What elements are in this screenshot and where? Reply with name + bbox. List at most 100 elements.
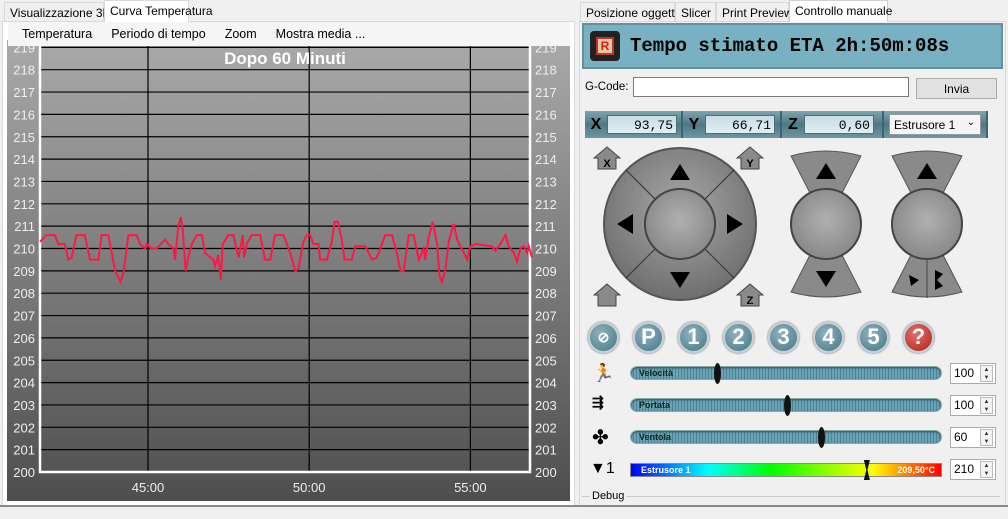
- y-tick-label-left: 211: [14, 219, 35, 234]
- xy-jog-pad[interactable]: [603, 147, 757, 301]
- svg-text:X: X: [603, 158, 611, 170]
- y-tick-label-left: 213: [13, 174, 35, 189]
- y-tick-label-right: 211: [535, 219, 556, 234]
- extruder-target-marker[interactable]: [863, 460, 870, 480]
- spin-arrows-icon[interactable]: ▲ ▼: [980, 461, 993, 478]
- y-tick-label-right: 201: [535, 443, 557, 458]
- park-button[interactable]: P: [633, 322, 664, 353]
- debug-group-label: Debug: [590, 490, 627, 502]
- eta-banner: R Tempo stimato ETA 2h:50m:08s: [582, 23, 1003, 69]
- tab-slicer[interactable]: Slicer: [675, 2, 716, 21]
- menu-periodo-di-tempo[interactable]: Periodo di tempo: [111, 27, 206, 41]
- z-coordinate: Z 0,60: [782, 111, 884, 138]
- extruder-current-temp: 209,50°C: [897, 465, 935, 475]
- speed-spinbox[interactable]: 100 ▲ ▼: [950, 363, 996, 384]
- extruder-temp-label: Estrusore 1: [641, 465, 691, 475]
- tab-posizione-oggetto[interactable]: Posizione oggetto: [580, 2, 681, 21]
- preset-3-button[interactable]: 3: [768, 322, 799, 353]
- fan-spinbox[interactable]: 60 ▲ ▼: [950, 427, 996, 448]
- extruder-select-wrap: Estrusore 1 ⌄: [884, 111, 988, 138]
- x-label: X: [590, 115, 602, 133]
- y-tick-label-right: 203: [535, 398, 557, 413]
- y-tick-label-left: 209: [13, 264, 35, 279]
- fan-icon: ✤: [592, 427, 609, 449]
- y-tick-label-left: 217: [13, 85, 35, 100]
- y-tick-label-left: 215: [13, 130, 35, 145]
- y-tick-label-left: 210: [13, 242, 35, 257]
- y-tick-label-right: 216: [535, 107, 557, 122]
- speed-slider[interactable]: Velocità: [630, 363, 942, 384]
- y-tick-label-left: 212: [13, 197, 35, 212]
- home-z-button[interactable]: Z: [735, 283, 765, 307]
- svg-text:Y: Y: [746, 158, 754, 170]
- y-tick-label-right: 212: [535, 197, 557, 212]
- home-all-button[interactable]: [592, 283, 622, 307]
- y-tick-label-left: 202: [13, 420, 35, 435]
- y-tick-label-left: 204: [13, 376, 35, 391]
- y-tick-label-right: 200: [535, 465, 557, 480]
- x-tick-label: 50:00: [293, 480, 326, 495]
- home-x-button[interactable]: X: [592, 146, 622, 170]
- flow-slider[interactable]: Portata: [630, 395, 942, 416]
- spin-arrows-icon[interactable]: ▲ ▼: [980, 365, 993, 382]
- z-value: 0,60: [804, 115, 874, 134]
- home-y-button[interactable]: Y: [735, 146, 765, 170]
- motor-off-icon: ⊘: [597, 329, 610, 345]
- status-area: [0, 505, 1008, 519]
- y-tick-label-right: 207: [535, 309, 557, 324]
- y-tick-label-left: 200: [13, 465, 35, 480]
- menu-temperatura[interactable]: Temperatura: [22, 27, 92, 41]
- y-tick-label-right: 215: [535, 130, 557, 145]
- y-tick-label-right: 209: [535, 264, 557, 279]
- menu-mostra-media[interactable]: Mostra media ...: [276, 27, 366, 41]
- debug-group-border: [582, 496, 1000, 497]
- preset-5-button[interactable]: 5: [858, 322, 889, 353]
- y-tick-label-right: 210: [535, 242, 557, 257]
- gcode-input[interactable]: [633, 77, 909, 97]
- chart-menu-bar: Temperatura Periodo di tempo Zoom Mostra…: [8, 22, 570, 46]
- jog-controls: [603, 147, 963, 301]
- preset-4-button[interactable]: 4: [813, 322, 844, 353]
- tab-controllo-manuale[interactable]: Controllo manuale: [789, 0, 892, 22]
- extruder-jog-control[interactable]: [891, 150, 963, 298]
- spin-arrows-icon[interactable]: ▲ ▼: [980, 429, 993, 446]
- tab-curva-temperatura[interactable]: Curva Temperatura: [104, 0, 213, 22]
- extruder-number: 1: [605, 460, 615, 477]
- y-tick-label-left: 218: [13, 63, 35, 78]
- flow-slider-thumb[interactable]: [784, 395, 791, 416]
- svg-text:Z: Z: [747, 295, 754, 307]
- y-tick-label-left: 203: [13, 398, 35, 413]
- chart-title: Dopo 60 Minuti: [224, 49, 346, 68]
- flow-spinbox[interactable]: 100 ▲ ▼: [950, 395, 996, 416]
- menu-zoom[interactable]: Zoom: [225, 27, 257, 41]
- chevron-down-icon: ⌄: [966, 117, 975, 128]
- tab-visualizzazione-3d[interactable]: Visualizzazione 3D: [4, 2, 111, 21]
- extruder-icon: ▼1: [590, 460, 615, 477]
- flow-icon: ⇶: [592, 394, 604, 410]
- y-tick-label-right: 206: [535, 331, 557, 346]
- y-value: 66,71: [705, 115, 775, 134]
- spin-arrows-icon[interactable]: ▲ ▼: [980, 397, 993, 414]
- preset-1-button[interactable]: 1: [678, 322, 709, 353]
- speed-label: Velocità: [639, 368, 674, 378]
- y-tick-label-left: 216: [13, 107, 35, 122]
- z-jog-control[interactable]: [790, 150, 862, 298]
- extruder-select[interactable]: Estrusore 1 ⌄: [889, 114, 981, 135]
- motors-off-button[interactable]: ⊘: [588, 322, 619, 353]
- send-button[interactable]: Invia: [916, 78, 997, 99]
- y-tick-label-right: 205: [535, 353, 557, 368]
- preset-2-button[interactable]: 2: [723, 322, 754, 353]
- help-button[interactable]: ?: [903, 322, 934, 353]
- y-tick-label-right: 217: [535, 85, 557, 100]
- y-tick-label-left: 207: [13, 309, 35, 324]
- extruder-temp-slider[interactable]: Estrusore 1 209,50°C: [630, 460, 942, 480]
- fan-slider[interactable]: Ventola: [630, 427, 942, 448]
- tab-print-preview[interactable]: Print Preview: [716, 2, 793, 21]
- extruder-temp-spinbox[interactable]: 210 ▲ ▼: [950, 459, 996, 480]
- y-label: Y: [688, 115, 700, 133]
- x-coordinate: X 93,75: [585, 111, 683, 138]
- y-tick-label-right: 204: [535, 376, 557, 391]
- y-tick-label-right: 202: [535, 420, 557, 435]
- speed-value: 100: [954, 366, 975, 380]
- y-tick-label-left: 201: [13, 443, 35, 458]
